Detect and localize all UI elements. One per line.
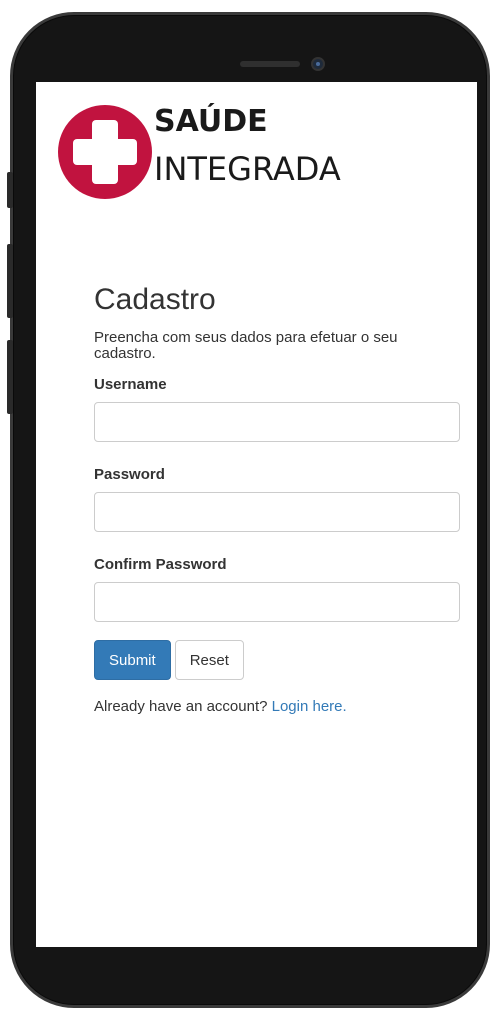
form-buttons: Submit Reset: [94, 640, 460, 680]
confirm-password-label: Confirm Password: [94, 556, 227, 573]
earpiece: [240, 61, 300, 67]
side-button-volume-up: [7, 244, 13, 318]
password-input[interactable]: [94, 492, 460, 532]
signup-form: Cadastro Preencha com seus dados para ef…: [94, 282, 460, 715]
logo-text-saude: SAÚDE: [154, 104, 268, 139]
page-title: Cadastro: [94, 283, 216, 316]
app-screen: SAÚDE INTEGRADA Cadastro Preencha com se…: [36, 82, 477, 947]
username-label: Username: [94, 376, 167, 393]
side-button-volume-down: [7, 340, 13, 414]
medical-cross-icon: [58, 105, 152, 199]
front-camera: [311, 57, 325, 71]
submit-button[interactable]: Submit: [94, 640, 171, 680]
login-prompt: Already have an account? Login here.: [94, 698, 460, 715]
page-subtitle: Preencha com seus dados para efetuar o s…: [94, 329, 398, 362]
username-input[interactable]: [94, 402, 460, 442]
cross-horizontal-bar: [73, 139, 137, 165]
app-logo: SAÚDE INTEGRADA: [58, 102, 358, 202]
login-link[interactable]: Login here.: [272, 698, 347, 715]
password-label: Password: [94, 466, 165, 483]
logo-text-integrada: INTEGRADA: [154, 150, 341, 188]
confirm-password-input[interactable]: [94, 582, 460, 622]
side-button-mute: [7, 172, 13, 208]
login-prompt-text: Already have an account?: [94, 698, 272, 715]
reset-button[interactable]: Reset: [174, 640, 244, 680]
